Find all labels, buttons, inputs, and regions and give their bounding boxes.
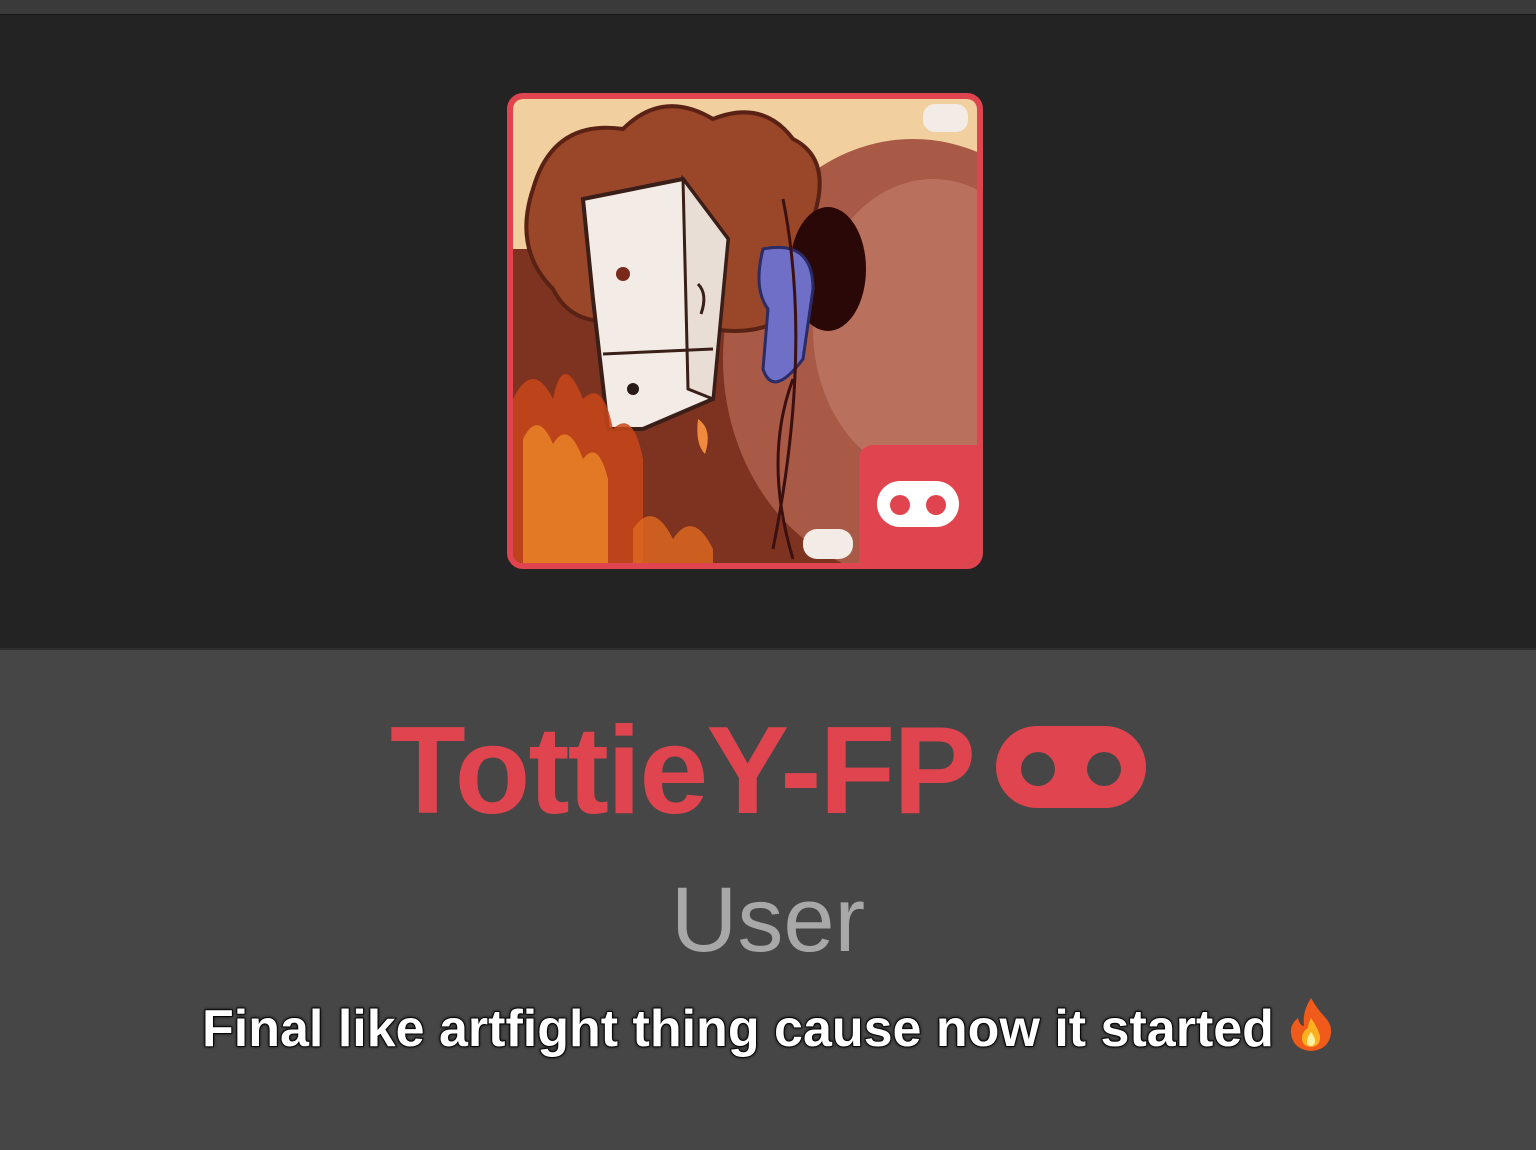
- user-role: User: [670, 869, 866, 971]
- avatar[interactable]: [507, 93, 983, 569]
- mask-icon: [995, 726, 1146, 808]
- fire-emoji-icon: [1290, 998, 1332, 1051]
- username[interactable]: TottieY-FP: [390, 702, 976, 840]
- top-bar: [0, 0, 1536, 14]
- username-row: TottieY-FP: [0, 700, 1536, 842]
- avatar-mask-badge: [859, 445, 977, 563]
- video-caption: Final like artfight thing cause now it s…: [0, 996, 1536, 1059]
- caption-text: Final like artfight thing cause now it s…: [201, 999, 1275, 1059]
- mask-icon: [877, 481, 959, 527]
